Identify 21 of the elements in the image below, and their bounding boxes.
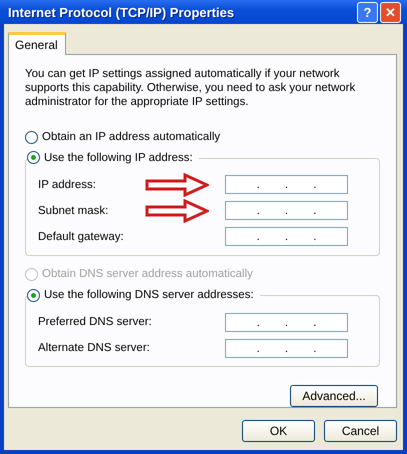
radio-option[interactable]: Use the following IP address:: [27, 148, 193, 167]
ip-address-field[interactable]: . . .: [225, 227, 348, 246]
field-label: IP address:: [38, 178, 96, 191]
ip-address-field[interactable]: . . .: [225, 175, 348, 194]
field-label: Default gateway:: [38, 230, 124, 243]
ip-address-field[interactable]: . . .: [225, 201, 348, 220]
ip-address-field[interactable]: . . .: [225, 312, 348, 332]
radio-option[interactable]: Use the following DNS server addresses:: [27, 286, 254, 304]
description-text: You can get IP settings assigned automatically if your network supports this capability. Otherwise, you need to ask your network administrator for the appropriate IP settings.: [25, 67, 356, 109]
field-label: Subnet mask:: [38, 204, 108, 217]
tab[interactable]: General: [8, 32, 66, 55]
help-button[interactable]: ?: [357, 2, 378, 22]
ip-address-field[interactable]: . . .: [225, 338, 348, 358]
radio-option[interactable]: Obtain an IP address automatically: [25, 129, 380, 146]
field-label: Preferred DNS server:: [38, 316, 152, 328]
advanced-button[interactable]: Advanced...: [290, 385, 378, 408]
window-title: Internet Protocol (TCP/IP) Properties: [8, 4, 234, 20]
ok-button[interactable]: OK: [242, 420, 315, 442]
field-label: Alternate DNS server:: [38, 342, 150, 354]
cancel-button[interactable]: Cancel: [324, 420, 397, 442]
close-button[interactable]: ✕: [380, 2, 401, 22]
